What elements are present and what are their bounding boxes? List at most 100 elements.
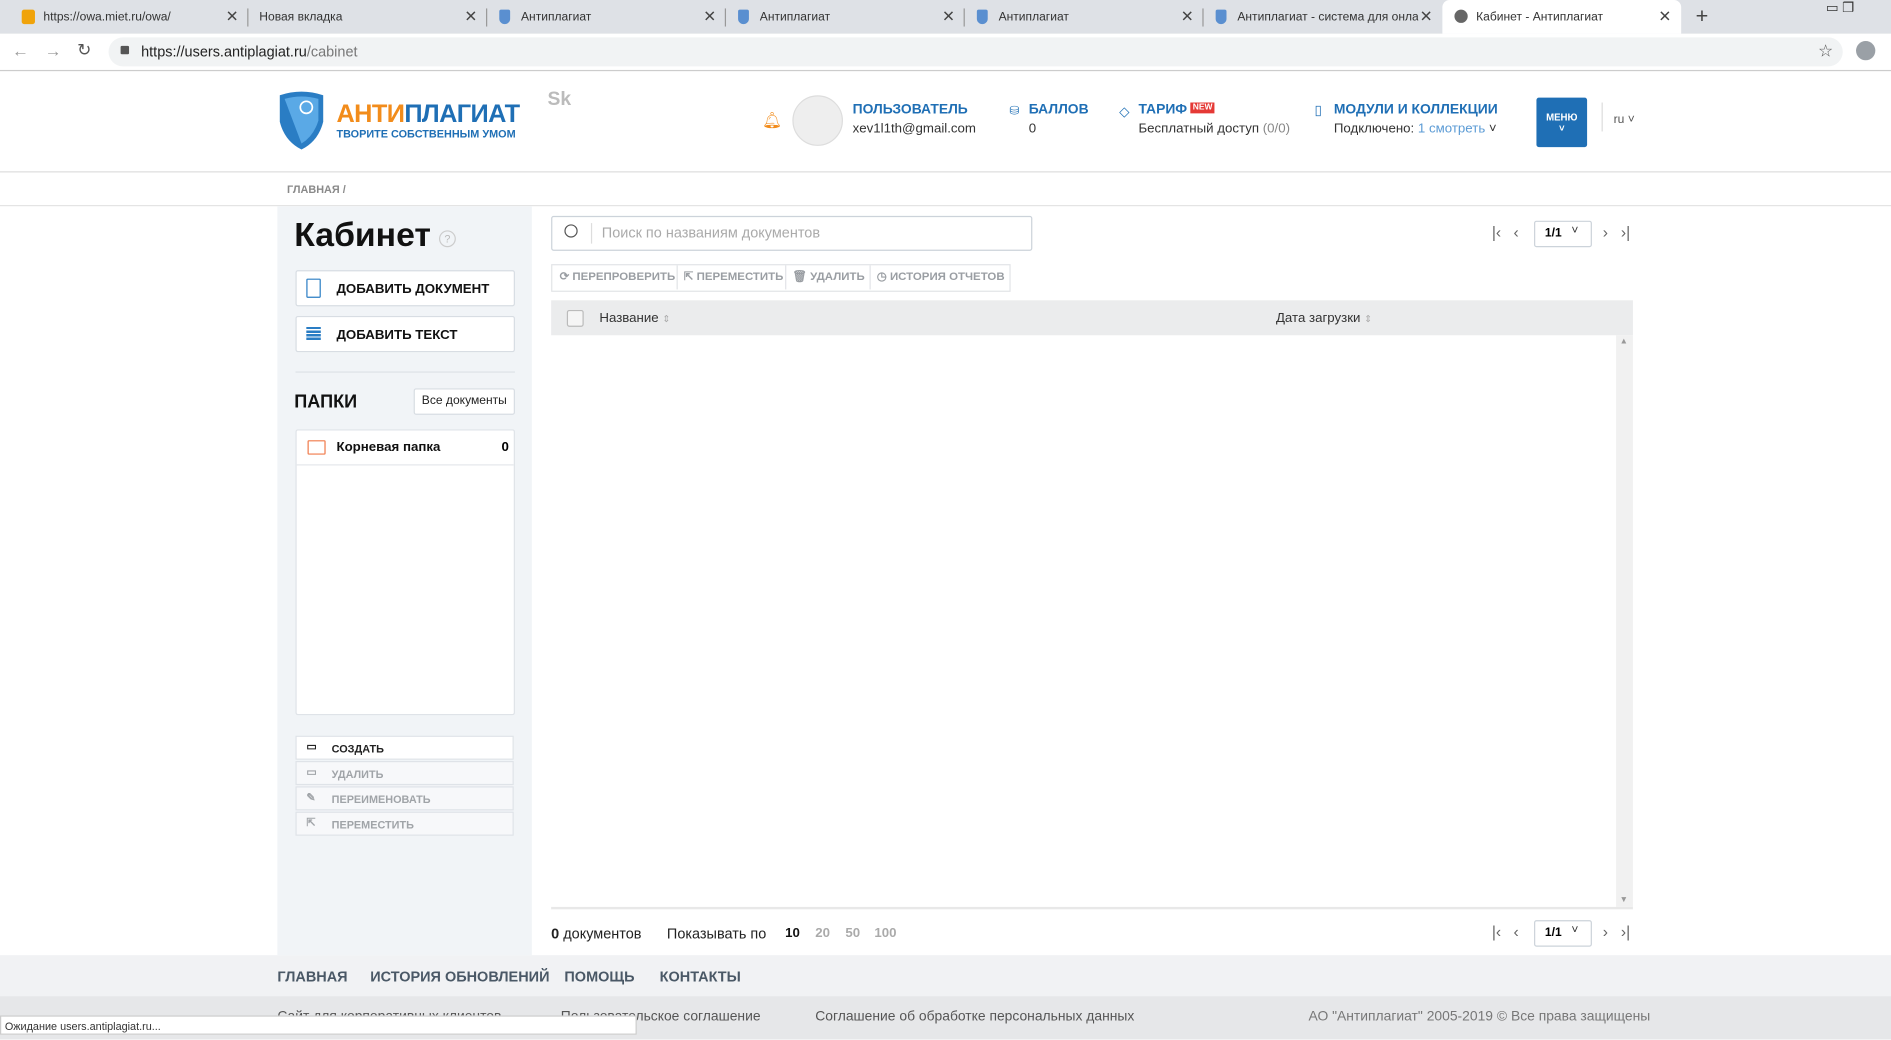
next-page-button[interactable]: › (1603, 923, 1608, 941)
footer-link-updates[interactable]: ИСТОРИЯ ОБНОВЛЕНИЙ (370, 968, 549, 985)
tab-title: https://owa.miet.ru/owa/ (43, 10, 171, 25)
star-icon[interactable]: ☆ (1818, 41, 1833, 62)
user-avatar[interactable] (792, 95, 843, 146)
scrollbar[interactable]: ▲ ▼ (1616, 335, 1633, 907)
close-tab-icon[interactable]: ✕ (1658, 7, 1671, 26)
per-page-10[interactable]: 10 (785, 926, 800, 940)
per-page-100[interactable]: 100 (874, 926, 896, 940)
report-history-button[interactable]: ◷ ИСТОРИЯ ОТЧЕТОВ (871, 265, 1010, 289)
close-tab-icon[interactable]: ✕ (1181, 7, 1194, 26)
browser-tab[interactable]: Новая вкладка ✕ (248, 0, 488, 34)
footer-link-home[interactable]: ГЛАВНАЯ (277, 968, 347, 985)
logo[interactable]: АНТИПЛАГИАТ (336, 100, 520, 129)
folder-item[interactable]: Корневая папка 0 (296, 431, 514, 466)
move-button[interactable]: ⇱ ПЕРЕМЕСТИТЬ (678, 265, 787, 290)
globe-icon (1454, 9, 1468, 23)
last-page-button[interactable]: ›| (1621, 923, 1630, 941)
column-upload-date[interactable]: Дата загрузки ⇕ (1276, 311, 1372, 325)
folder-count: 0 (501, 440, 509, 455)
user-email: xev1l1th@gmail.com (852, 121, 976, 137)
new-tab-button[interactable]: + (1696, 4, 1709, 29)
recheck-button[interactable]: ⟳ ПЕРЕПРОВЕРИТЬ (552, 265, 678, 290)
browser-tab[interactable]: Антиплагиат ✕ (965, 0, 1204, 34)
points-link[interactable]: БАЛЛОВ (1029, 103, 1089, 117)
document-count: 0 документов (551, 925, 642, 942)
language-select[interactable]: ru ˅ (1614, 113, 1635, 126)
modules-link[interactable]: МОДУЛИ И КОЛЛЕКЦИИ (1334, 103, 1498, 117)
all-documents-button[interactable]: Все документы (413, 388, 515, 415)
url-path: /cabinet (306, 43, 358, 61)
browser-tab[interactable]: Антиплагиат ✕ (726, 0, 965, 34)
footer-link-privacy[interactable]: Соглашение об обработке персональных дан… (815, 1009, 1134, 1023)
close-tab-icon[interactable]: ✕ (1420, 7, 1433, 26)
browser-tab[interactable]: Антиплагиат ✕ (487, 0, 727, 34)
modules-view-link[interactable]: смотреть (1429, 122, 1485, 136)
pagination-bottom: |‹ ‹ 1/1 ˅ › ›| (1492, 920, 1637, 947)
move-folder-button[interactable]: ⇱ ПЕРЕМЕСТИТЬ (295, 811, 514, 836)
url-input[interactable]: https://users.antiplagiat.ru/cabinet ☆ (108, 37, 1843, 67)
profile-avatar[interactable] (1856, 41, 1876, 61)
footer-nav: ГЛАВНАЯ ИСТОРИЯ ОБНОВЛЕНИЙ ПОМОЩЬ КОНТАК… (0, 955, 1891, 997)
shield-icon (499, 9, 511, 25)
first-page-button[interactable]: |‹ (1492, 923, 1501, 941)
close-tab-icon[interactable]: ✕ (464, 7, 477, 26)
close-tab-icon[interactable]: ✕ (226, 7, 239, 26)
first-page-button[interactable]: |‹ (1492, 223, 1501, 241)
delete-folder-button[interactable]: ▭ УДАЛИТЬ (295, 760, 514, 786)
window-controls[interactable]: ▭ ❐ (1826, 0, 1854, 16)
tab-title: Новая вкладка (259, 10, 343, 25)
browser-tab[interactable]: https://owa.miet.ru/owa/ ✕ (10, 0, 249, 34)
reload-button[interactable]: ↻ (77, 40, 91, 61)
close-tab-icon[interactable]: ✕ (703, 7, 716, 26)
modules-connected: Подключено: (1333, 121, 1415, 137)
modules-count: 1 (1417, 121, 1426, 137)
search-input[interactable]: Поиск по названиям документов (551, 215, 1033, 251)
footer-link-contacts[interactable]: КОНТАКТЫ (660, 968, 741, 985)
browser-tab[interactable]: Антиплагиат - система для онлайн ✕ (1204, 0, 1443, 34)
menu-button[interactable]: МЕНЮ ˅ (1536, 97, 1588, 148)
lock-icon (120, 45, 130, 55)
site-header: АНТИПЛАГИАТ ТВОРИТЕ СОБСТВЕННЫМ УМОМ Sk … (0, 71, 1891, 173)
logo-slogan: ТВОРИТЕ СОБСТВЕННЫМ УМОМ (336, 127, 516, 140)
per-page-50[interactable]: 50 (845, 926, 860, 940)
folders-title: ПАПКИ (294, 391, 358, 413)
table-header: Название ⇕ Дата загрузки ⇕ (551, 300, 1633, 336)
tariff-link[interactable]: ТАРИФ (1138, 103, 1187, 117)
rename-folder-button[interactable]: ✎ ПЕРЕИМЕНОВАТЬ (295, 786, 514, 811)
user-link[interactable]: ПОЛЬЗОВАТЕЛЬ (853, 103, 968, 117)
folder-plus-icon: ▭ (306, 740, 317, 753)
tag-icon: ◇ (1119, 104, 1130, 120)
column-name[interactable]: Название ⇕ (599, 311, 670, 325)
copyright: АО "Антиплагиат" 2005-2019 © Все права з… (1308, 1009, 1651, 1024)
forward-button[interactable]: → (45, 41, 62, 60)
pagination-top: |‹ ‹ 1/1 ˅ › ›| (1492, 220, 1637, 248)
page-select[interactable]: 1/1 ˅ (1534, 220, 1592, 248)
search-placeholder: Поиск по названиям документов (601, 224, 821, 242)
per-page-20[interactable]: 20 (815, 926, 830, 940)
create-folder-button[interactable]: ▭ СОЗДАТЬ (295, 735, 514, 760)
back-button[interactable]: ← (12, 41, 29, 60)
prev-page-button[interactable]: ‹ (1514, 223, 1519, 241)
page-title: Кабинет (294, 215, 431, 254)
address-bar: ← → ↻ https://users.antiplagiat.ru/cabin… (0, 33, 1891, 72)
page-select[interactable]: 1/1 ˅ (1534, 920, 1592, 947)
prev-page-button[interactable]: ‹ (1514, 923, 1519, 941)
add-text-button[interactable]: ДОБАВИТЬ ТЕКСТ (295, 315, 515, 353)
delete-button[interactable]: 🗑︎ УДАЛИТЬ (786, 265, 871, 290)
footer-link-help[interactable]: ПОМОЩЬ (564, 968, 634, 985)
select-all-checkbox[interactable] (566, 309, 584, 327)
close-tab-icon[interactable]: ✕ (942, 7, 955, 26)
add-document-button[interactable]: ДОБАВИТЬ ДОКУМЕНТ (295, 270, 515, 307)
tariff-count: (0/0) (1262, 121, 1291, 137)
next-page-button[interactable]: › (1603, 223, 1608, 241)
help-icon[interactable]: ? (438, 230, 456, 248)
document-toolbar: ⟳ ПЕРЕПРОВЕРИТЬ ⇱ ПЕРЕМЕСТИТЬ 🗑︎ УДАЛИТЬ… (551, 264, 1011, 292)
outlook-icon (21, 9, 35, 25)
new-badge: NEW (1190, 102, 1215, 114)
browser-tab-active[interactable]: Кабинет - Антиплагиат ✕ (1442, 0, 1682, 34)
bell-icon[interactable]: 🔔︎ (762, 111, 782, 130)
tariff-value: Бесплатный доступ (1138, 121, 1260, 137)
last-page-button[interactable]: ›| (1621, 223, 1630, 241)
breadcrumb[interactable]: ГЛАВНАЯ / (287, 183, 346, 195)
tab-title: Кабинет - Антиплагиат (1476, 10, 1604, 25)
